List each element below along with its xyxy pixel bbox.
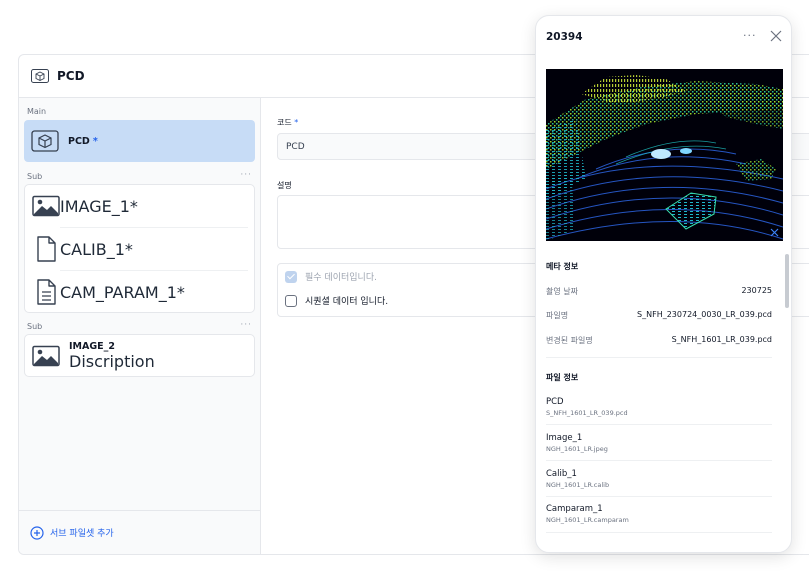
- required-mark: *: [92, 135, 98, 147]
- sub-section-label: Sub: [27, 322, 43, 331]
- file-item-name: Calib_1: [546, 469, 577, 479]
- file-item-filename: NGH_1601_LR.jpeg: [546, 445, 608, 453]
- sub-section-more-button[interactable]: ···: [240, 170, 252, 180]
- sidebar-item-label: IMAGE_2: [69, 341, 115, 352]
- add-subfileset-label: 서브 파일셋 추가: [50, 529, 114, 539]
- code-label: 코드 *: [277, 117, 298, 128]
- plus-circle-icon: [30, 525, 44, 540]
- meta-key: 변경된 파일명: [546, 336, 593, 345]
- more-options-button[interactable]: ···: [743, 29, 757, 42]
- file-info-title: 파일 정보: [546, 373, 579, 382]
- sub-section-label: Sub: [27, 172, 43, 181]
- point-cloud-image: [546, 69, 783, 241]
- file-item-name: PCD: [546, 397, 564, 407]
- sidebar-item-calib-1[interactable]: CALIB_1 *: [25, 228, 254, 270]
- file-divider: [546, 496, 772, 497]
- section-divider: [546, 357, 772, 358]
- meta-row: 변경된 파일명 S_NFH_1601_LR_039.pcd: [546, 335, 772, 346]
- meta-row: 촬영 날짜 230725: [546, 286, 772, 297]
- add-subfileset-button[interactable]: 서브 파일셋 추가: [19, 510, 260, 554]
- sidebar-item-label: CALIB_1: [60, 239, 125, 259]
- meta-value: 230725: [741, 286, 772, 295]
- meta-info-title: 메타 정보: [546, 262, 579, 271]
- meta-key: 촬영 날짜: [546, 287, 578, 296]
- point-cloud-preview: [546, 69, 783, 241]
- sub-group-2: IMAGE_2 Discription: [24, 334, 255, 377]
- file-divider: [546, 424, 772, 425]
- required-mark: *: [124, 239, 133, 259]
- sub-section-more-button[interactable]: ···: [240, 320, 252, 330]
- file-item-filename: S_NFH_1601_LR_039.pcd: [546, 409, 628, 417]
- sidebar-item-label: IMAGE_1: [60, 196, 130, 216]
- image-icon: [32, 195, 60, 217]
- sidebar-item-pcd[interactable]: PCD *: [24, 120, 255, 162]
- sidebar-item-label: CAM_PARAM_1: [60, 282, 177, 302]
- file-item-filename: NGH_1601_LR.camparam: [546, 516, 629, 524]
- image-icon: [32, 345, 60, 367]
- required-mark: *: [294, 118, 299, 127]
- file-item-name: Camparam_1: [546, 504, 603, 514]
- file-item[interactable]: Image_1 NGH_1601_LR.jpeg: [546, 433, 772, 453]
- sidebar-item-image-1[interactable]: IMAGE_1 *: [25, 185, 254, 227]
- file-icon: [37, 236, 56, 262]
- sidebar-item-image-2[interactable]: IMAGE_2 Discription: [25, 335, 254, 377]
- sequential-data-label: 시퀀셜 데이터 입니다.: [305, 297, 389, 307]
- meta-value: S_NFH_230724_0030_LR_039.pcd: [637, 310, 772, 319]
- file-item[interactable]: Calib_1 NGH_1601_LR.calib: [546, 469, 772, 489]
- required-mark: *: [129, 196, 138, 216]
- meta-value: S_NFH_1601_LR_039.pcd: [671, 335, 772, 344]
- meta-row: 파일명 S_NFH_230724_0030_LR_039.pcd: [546, 310, 772, 321]
- required-data-checkbox[interactable]: [285, 270, 297, 283]
- meta-key: 파일명: [546, 311, 569, 320]
- file-divider: [546, 532, 772, 533]
- file-item[interactable]: Camparam_1 NGH_1601_LR.camparam: [546, 504, 772, 524]
- file-detail-panel: 20394 ··· 메타 정보 촬영 날짜 230725 파일명 S_NFH_2…: [535, 15, 792, 553]
- sequential-data-checkbox[interactable]: [285, 294, 297, 307]
- sub-group-1: IMAGE_1 * CALIB_1 * CAM_PARAM_1 *: [24, 184, 255, 313]
- required-data-checkbox-row[interactable]: 필수 데이터입니다.: [285, 270, 377, 283]
- cube-icon: [31, 130, 59, 152]
- panel-scrollbar[interactable]: [785, 254, 789, 308]
- document-icon: [37, 279, 56, 305]
- code-label-text: 코드: [277, 118, 292, 127]
- sidebar-item-description: Discription: [69, 352, 155, 371]
- required-data-label: 필수 데이터입니다.: [305, 273, 377, 283]
- window-title: PCD: [57, 69, 85, 83]
- required-mark: *: [176, 282, 185, 302]
- main-section-label: Main: [27, 107, 47, 116]
- fileset-sidebar: Main PCD * Sub ··· IMAGE_1 * CALIB_1 * C…: [19, 98, 261, 554]
- panel-title: 20394: [546, 31, 583, 43]
- file-item[interactable]: PCD S_NFH_1601_LR_039.pcd: [546, 397, 772, 417]
- sidebar-item-cam-param-1[interactable]: CAM_PARAM_1 *: [25, 271, 254, 313]
- file-item-filename: NGH_1601_LR.calib: [546, 481, 610, 489]
- file-item-name: Image_1: [546, 433, 583, 443]
- cube-icon: [31, 69, 49, 83]
- sidebar-item-label: PCD: [68, 135, 90, 147]
- description-label: 설명: [277, 181, 292, 190]
- file-divider: [546, 460, 772, 461]
- sequential-data-checkbox-row[interactable]: 시퀀셜 데이터 입니다.: [285, 294, 388, 307]
- close-icon[interactable]: [770, 30, 782, 42]
